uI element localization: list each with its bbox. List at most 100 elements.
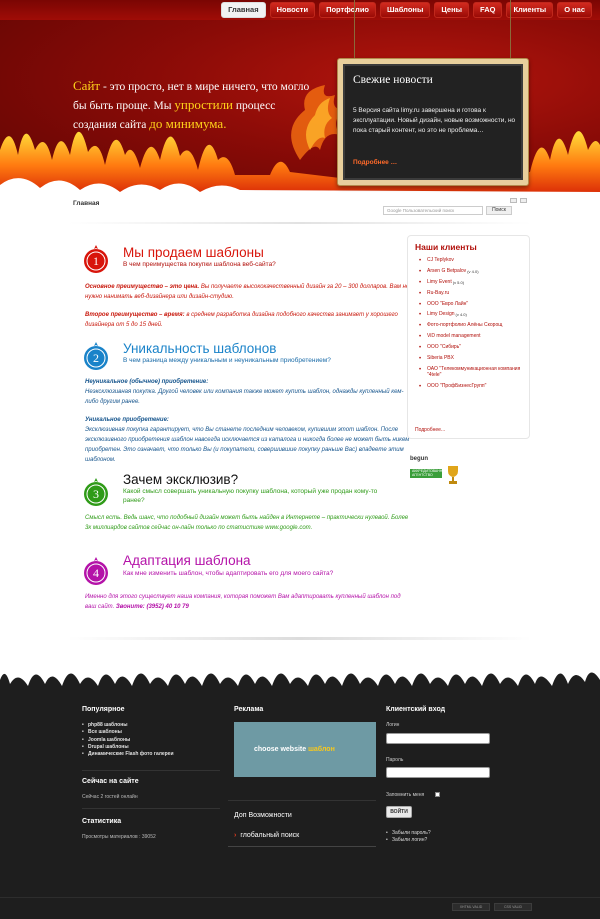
stats-title: Статистика xyxy=(82,818,122,825)
section-2-bold-2: Уникальное приобретение: xyxy=(85,417,169,423)
breadcrumb[interactable]: Главная xyxy=(73,200,99,207)
login-help-links: Забыли пароль? Забыли логин? xyxy=(386,830,431,845)
popular-title: Популярное xyxy=(82,706,125,713)
clients-title: Наши клиенты xyxy=(415,242,477,252)
footer xyxy=(0,662,600,919)
section-4-subtitle: Как мне изменить шаблон, чтобы адаптиров… xyxy=(123,570,334,577)
tagline-highlight-minimum: до минимума. xyxy=(149,116,227,131)
client-item[interactable]: CJ Teplykov xyxy=(419,257,529,264)
remember-label: Запомнить меня xyxy=(386,792,425,798)
nav-item-faq[interactable]: FAQ xyxy=(473,2,503,18)
login-title: Клиентский вход xyxy=(386,706,446,713)
search-input[interactable]: Google Пользовательский поиск xyxy=(383,206,483,215)
svg-text:1: 1 xyxy=(93,254,99,268)
begun-accredited-label: АККРЕДИТОВАННОЕ АГЕНТСТВО xyxy=(410,469,448,478)
nav-item-news[interactable]: Новости xyxy=(269,2,316,18)
section-4-paragraph-1: Именно для этого существует наша компани… xyxy=(85,592,411,612)
header: Главная Новости Портфолио Шаблоны Цены F… xyxy=(0,0,600,200)
section-2-text-1: Неэксклюзивная покупка. Другой человек и… xyxy=(85,389,404,405)
number-4-badge-icon: 4 xyxy=(84,557,108,585)
number-1-badge-icon: 1 xyxy=(84,245,108,273)
nav-item-home[interactable]: Главная xyxy=(221,2,266,18)
section-2-subtitle: В чем разница между уникальным и неуника… xyxy=(123,357,331,364)
section-4-phone: Звоните: (3952) 40 10 79 xyxy=(114,604,189,610)
login-button[interactable]: ВОЙТИ xyxy=(386,806,412,818)
svg-text:4: 4 xyxy=(93,566,99,580)
forgot-login-link[interactable]: Забыли логин? xyxy=(386,837,431,845)
global-search-link[interactable]: › глобальный поиск xyxy=(234,832,299,839)
section-1-bold-1: Основное преимущество – это цена. xyxy=(85,284,200,290)
section-2-bold-1: Неуникальное (обычное) приобретение: xyxy=(85,379,209,385)
footer-bottom-line xyxy=(0,897,600,898)
section-3-title: Зачем эксклюзив? xyxy=(123,472,239,487)
news-board-inner: Свежие новости 5 Версия сайта limy.ru за… xyxy=(343,64,523,180)
nav-item-clients[interactable]: Клиенты xyxy=(506,2,554,18)
online-title: Сейчас на сайте xyxy=(82,778,139,785)
client-item[interactable]: ОАО "Телекоммуникационная компания "4tel… xyxy=(419,366,529,378)
popular-list: php88 шаблоны Все шаблоны Joomla шаблоны… xyxy=(82,722,174,759)
password-input[interactable] xyxy=(386,767,490,778)
nav-item-portfolio[interactable]: Портфолио xyxy=(319,2,377,18)
section-1-subtitle: В чем преимущества покупки шаблона веб-с… xyxy=(123,261,276,268)
section-4-title: Адаптация шаблона xyxy=(123,553,251,568)
news-rope-left xyxy=(354,0,355,60)
client-item[interactable]: Siberia PBX xyxy=(419,355,529,362)
begun-logo: begun xyxy=(410,456,428,462)
client-item[interactable]: Ru-Bay.ru xyxy=(419,290,529,297)
clients-panel: Наши клиенты CJ Teplykov Arsen G Betpalo… xyxy=(407,235,530,439)
section-1-paragraph-1: Основное преимущество – это цена. Вы пол… xyxy=(85,282,411,302)
clients-more-link[interactable]: Подробнее... xyxy=(415,427,445,433)
popular-link[interactable]: Joomla шаблоны xyxy=(82,737,174,745)
forgot-password-link[interactable]: Забыли пароль? xyxy=(386,830,431,838)
client-item[interactable]: Arsen G Betpalov(v 4.0) xyxy=(419,268,529,275)
news-rope-right xyxy=(510,0,511,60)
svg-text:2: 2 xyxy=(93,351,99,365)
content-divider-top xyxy=(68,222,532,224)
footer-flames-decoration xyxy=(0,662,600,686)
popular-link[interactable]: Все шаблоны xyxy=(82,729,174,737)
number-3-badge-icon: 3 xyxy=(84,478,108,506)
nav-item-templates[interactable]: Шаблоны xyxy=(380,2,431,18)
client-item[interactable]: ООО "Евро Лайн" xyxy=(419,301,529,308)
remember-checkbox[interactable] xyxy=(435,792,440,797)
ads-title: Реклама xyxy=(234,706,264,713)
ad-banner[interactable]: choose website шаблон xyxy=(234,722,376,777)
trophy-icon xyxy=(448,466,458,484)
section-2-paragraph-2: Уникальное приобретение: Эксклюзивная пок… xyxy=(85,415,411,465)
footer-separator xyxy=(82,770,220,771)
svg-text:3: 3 xyxy=(93,487,99,501)
footer-separator xyxy=(82,808,220,809)
client-item[interactable]: ООО "ПрофБизнесГрупп" xyxy=(419,383,529,390)
xhtml-valid-badge[interactable]: XHTML VALID xyxy=(452,903,490,911)
main-nav: Главная Новости Портфолио Шаблоны Цены F… xyxy=(221,2,592,18)
tagline-highlight-site: Сайт xyxy=(73,78,101,93)
client-item[interactable]: Фото-портфолио Алёны Скорощ xyxy=(419,322,529,329)
news-board: Свежие новости 5 Версия сайта limy.ru за… xyxy=(337,58,529,186)
css-valid-badge[interactable]: CSS VALID xyxy=(494,903,532,911)
font-size-decrease-button[interactable] xyxy=(510,198,517,203)
client-item[interactable]: Limy Event(v 5.0) xyxy=(419,279,529,286)
section-1-title: Мы продаем шаблоны xyxy=(123,245,264,260)
begun-badge[interactable]: begun АККРЕДИТОВАННОЕ АГЕНТСТВО xyxy=(410,456,465,488)
ad-banner-text: choose website шаблон xyxy=(254,746,335,753)
client-item[interactable]: ViD model management xyxy=(419,333,529,340)
news-more-link[interactable]: Подробнее … xyxy=(353,159,397,166)
footer-separator xyxy=(228,800,376,801)
arrow-right-icon: › xyxy=(234,832,237,839)
number-2-badge-icon: 2 xyxy=(84,342,108,370)
section-2-title: Уникальность шаблонов xyxy=(123,341,277,356)
search-button[interactable]: Поиск xyxy=(486,206,512,215)
footer-separator xyxy=(228,846,376,847)
popular-link[interactable]: Динамические Flash фото галереи xyxy=(82,751,174,759)
nav-item-prices[interactable]: Цены xyxy=(434,2,470,18)
font-size-increase-button[interactable] xyxy=(520,198,527,203)
nav-item-about[interactable]: О нас xyxy=(557,2,592,18)
content-divider-bottom xyxy=(68,637,532,640)
login-input[interactable] xyxy=(386,733,490,744)
hero-tagline: Сайт - это просто, нет в мире ничего, чт… xyxy=(73,77,313,134)
news-title: Свежие новости xyxy=(353,74,433,86)
section-1-bold-2: Второе преимущество – время: xyxy=(85,312,185,318)
client-item[interactable]: Limy Design(v 4.0) xyxy=(419,312,529,319)
client-item[interactable]: ООО "Сибирь" xyxy=(419,344,529,351)
section-3-subtitle: Какой смысл совершать уникальную покупку… xyxy=(123,488,378,504)
